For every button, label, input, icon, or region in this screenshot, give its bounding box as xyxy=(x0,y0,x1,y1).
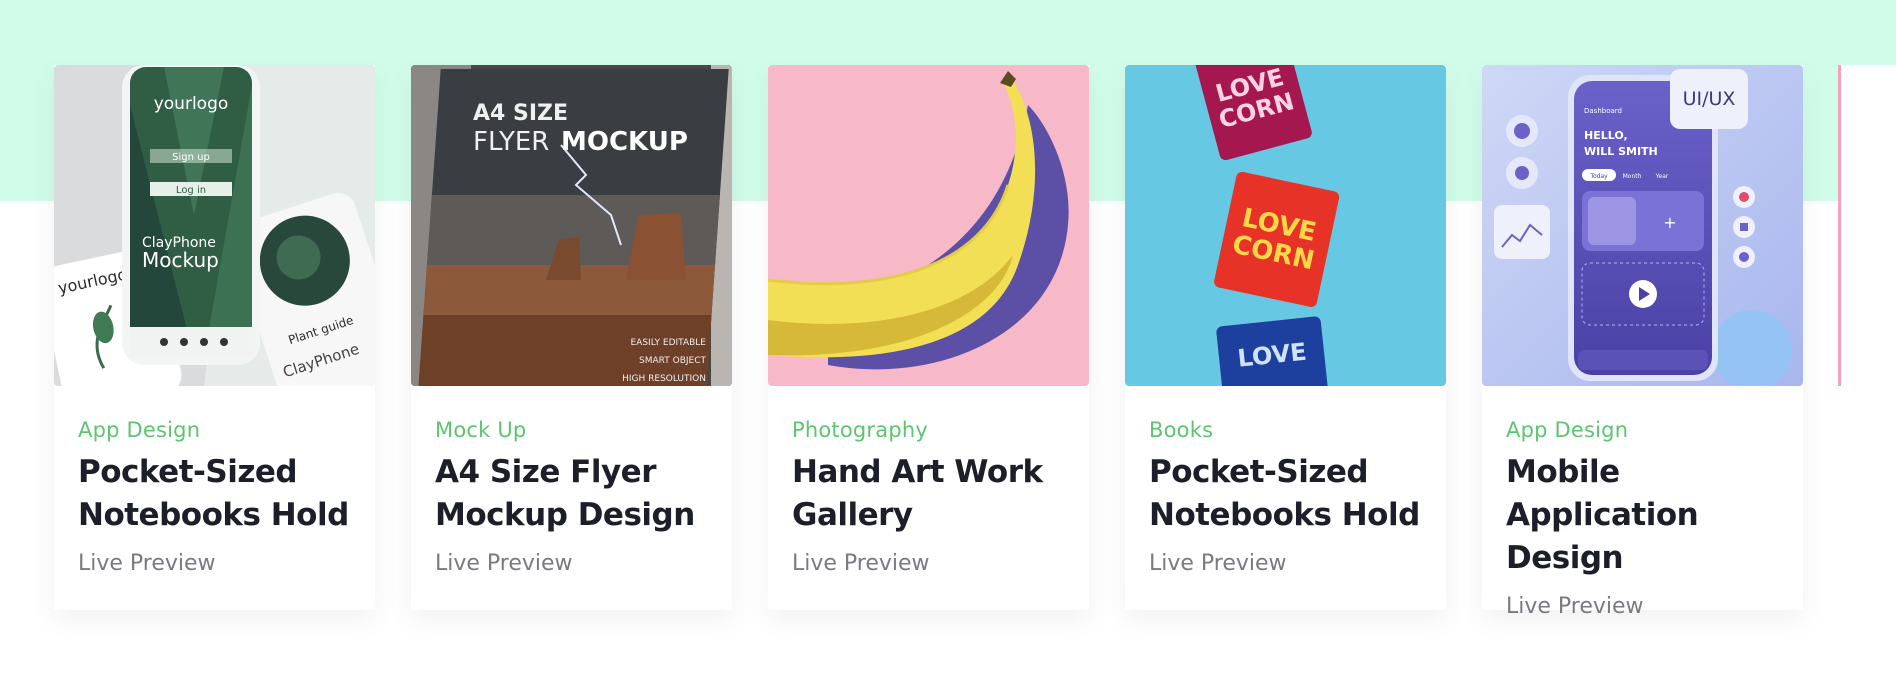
flyer-mockup-image: A4 SIZE FLYER MOCKUP EASILY EDITABLE SMA… xyxy=(411,65,732,386)
svg-text:Dashboard: Dashboard xyxy=(1584,107,1622,115)
card-body: Mock Up A4 Size Flyer Mockup Design Live… xyxy=(435,417,732,579)
live-preview-link[interactable]: Live Preview xyxy=(1506,592,1644,622)
card-body: Photography Hand Art Work Gallery Live P… xyxy=(792,417,1089,579)
live-preview-link[interactable]: Live Preview xyxy=(78,549,216,579)
card-category[interactable]: App Design xyxy=(1506,417,1803,443)
live-preview-link[interactable]: Live Preview xyxy=(435,549,573,579)
svg-text:Sign up: Sign up xyxy=(172,152,210,163)
card-category[interactable]: Books xyxy=(1149,417,1446,443)
portfolio-card[interactable]: yourlogo Plant guide ClayPhone yourlogo xyxy=(54,65,375,610)
lovecorn-packs-image: LOVE CORN LOVE CORN LOVE xyxy=(1125,65,1446,386)
svg-text:Today: Today xyxy=(1589,173,1608,180)
svg-text:A4 SIZE: A4 SIZE xyxy=(473,101,568,126)
card-body: App Design Pocket-Sized Notebooks Hold L… xyxy=(78,417,375,579)
card-thumbnail[interactable] xyxy=(768,65,1089,386)
card-thumbnail[interactable]: yourlogo Plant guide ClayPhone yourlogo xyxy=(54,65,375,386)
card-category[interactable]: App Design xyxy=(78,417,375,443)
svg-text:WILL SMITH: WILL SMITH xyxy=(1584,145,1658,158)
svg-text:UI/UX: UI/UX xyxy=(1683,88,1736,110)
card-category[interactable]: Photography xyxy=(792,417,1089,443)
next-card-peek[interactable] xyxy=(1838,65,1896,610)
svg-text:Month: Month xyxy=(1623,173,1642,180)
portfolio-card[interactable]: Dashboard HELLO, WILL SMITH Today Month … xyxy=(1482,65,1803,619)
live-preview-link[interactable]: Live Preview xyxy=(792,549,930,579)
card-category[interactable]: Mock Up xyxy=(435,417,732,443)
svg-text:HIGH RESOLUTION: HIGH RESOLUTION xyxy=(622,374,706,384)
live-preview-link[interactable]: Live Preview xyxy=(1149,549,1287,579)
card-thumbnail[interactable]: LOVE CORN LOVE CORN LOVE xyxy=(1125,65,1446,386)
svg-text:MOCKUP: MOCKUP xyxy=(561,127,688,157)
card-thumbnail[interactable]: A4 SIZE FLYER MOCKUP EASILY EDITABLE SMA… xyxy=(411,65,732,386)
banana-photo-image xyxy=(768,65,1089,386)
svg-text:Mockup: Mockup xyxy=(142,248,219,272)
clayphone-mockup-image: yourlogo Plant guide ClayPhone yourlogo xyxy=(54,65,375,386)
svg-text:FLYER: FLYER xyxy=(473,127,549,157)
svg-text:HELLO,: HELLO, xyxy=(1584,129,1628,142)
card-title[interactable]: Hand Art Work Gallery xyxy=(792,451,1089,537)
card-title[interactable]: Pocket-Sized Notebooks Hold xyxy=(78,451,375,537)
svg-text:Year: Year xyxy=(1655,173,1669,180)
card-body: Books Pocket-Sized Notebooks Hold Live P… xyxy=(1149,417,1446,579)
card-thumbnail[interactable]: Dashboard HELLO, WILL SMITH Today Month … xyxy=(1482,65,1803,386)
next-card-thumbnail-edge xyxy=(1838,65,1841,386)
card-title[interactable]: Mobile Application Design xyxy=(1506,451,1803,580)
portfolio-card[interactable]: A4 SIZE FLYER MOCKUP EASILY EDITABLE SMA… xyxy=(411,65,732,610)
mobile-app-ui-image: Dashboard HELLO, WILL SMITH Today Month … xyxy=(1482,65,1803,386)
card-title[interactable]: Pocket-Sized Notebooks Hold xyxy=(1149,451,1446,537)
card-title[interactable]: A4 Size Flyer Mockup Design xyxy=(435,451,732,537)
svg-text:SMART OBJECT: SMART OBJECT xyxy=(639,356,706,366)
card-body: App Design Mobile Application Design Liv… xyxy=(1506,417,1803,622)
portfolio-carousel-track: yourlogo Plant guide ClayPhone yourlogo xyxy=(54,65,1896,619)
svg-text:+: + xyxy=(1663,213,1676,232)
portfolio-card[interactable]: Photography Hand Art Work Gallery Live P… xyxy=(768,65,1089,610)
svg-text:EASILY EDITABLE: EASILY EDITABLE xyxy=(631,338,707,348)
portfolio-card[interactable]: LOVE CORN LOVE CORN LOVE Books Pocket-Si… xyxy=(1125,65,1446,610)
svg-text:yourlogo: yourlogo xyxy=(154,94,229,114)
svg-text:Log in: Log in xyxy=(176,185,206,196)
